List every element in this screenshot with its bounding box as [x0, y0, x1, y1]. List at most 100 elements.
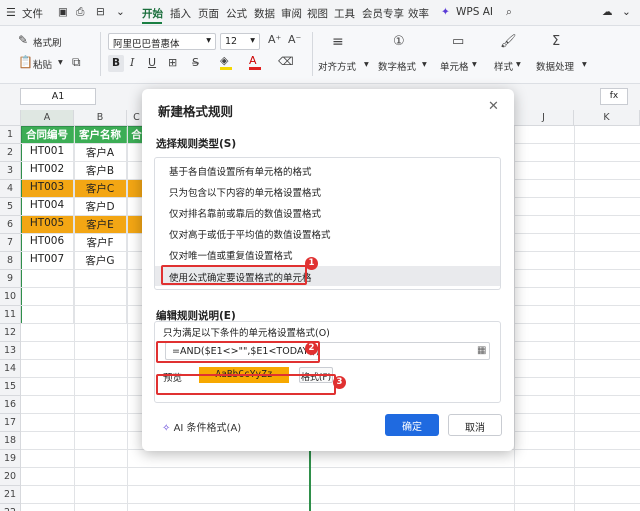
empty-cell[interactable] [21, 288, 74, 306]
data-cell[interactable]: HT001 [21, 144, 74, 162]
tab-insert[interactable]: 插入 [170, 6, 191, 21]
paste-dropdown-icon[interactable]: ▾ [58, 57, 63, 68]
tab-tools[interactable]: 工具 [334, 6, 355, 21]
data-cell[interactable]: 客户E [74, 216, 127, 234]
empty-cell[interactable] [74, 306, 127, 324]
chevron-down-icon[interactable]: ▾ [364, 59, 369, 70]
save-icon[interactable]: ▣ [58, 6, 68, 18]
italic-icon[interactable]: I [130, 56, 134, 69]
row-header[interactable]: 5 [0, 198, 21, 216]
row-header[interactable]: 3 [0, 162, 21, 180]
ai-conditional-format-button[interactable]: ✧ AI 条件格式(A) [162, 419, 241, 434]
paste-button[interactable]: 粘贴 [33, 57, 52, 71]
data-cell[interactable]: 客户D [74, 198, 127, 216]
format-painter-button[interactable]: 格式刷 [33, 35, 62, 49]
number-format-button[interactable]: 数字格式 [378, 59, 416, 73]
data-cell[interactable]: 客户F [74, 234, 127, 252]
row-header[interactable]: 2 [0, 144, 21, 162]
data-cell[interactable]: HT002 [21, 162, 74, 180]
strikethrough-icon[interactable]: S̶ [192, 56, 199, 69]
row-header[interactable]: 19 [0, 450, 21, 468]
data-cell[interactable]: 客户A [74, 144, 127, 162]
data-cell[interactable]: 客户B [74, 162, 127, 180]
bold-button[interactable]: B [108, 55, 124, 72]
close-icon[interactable]: ✕ [488, 99, 499, 114]
menu-icon[interactable]: ☰ [6, 6, 16, 19]
tab-view[interactable]: 视图 [307, 6, 328, 21]
chevron-down-icon[interactable]: ⌄ [622, 6, 631, 18]
font-grow-icon[interactable]: A⁺ [268, 33, 281, 46]
column-header-k[interactable]: K [574, 110, 640, 126]
export-icon[interactable]: ⎙ [76, 6, 84, 19]
row-header[interactable]: 13 [0, 342, 21, 360]
row-header[interactable]: 15 [0, 378, 21, 396]
header-cell[interactable]: 合同编号 [21, 126, 74, 144]
chevron-down-icon[interactable]: ▾ [582, 59, 587, 70]
row-header[interactable]: 22 [0, 504, 21, 511]
font-shrink-icon[interactable]: A⁻ [288, 33, 301, 46]
column-header-a[interactable]: A [21, 110, 74, 126]
rule-type-item[interactable]: 仅对排名靠前或靠后的数值设置格式 [155, 202, 500, 222]
column-header-j[interactable]: J [514, 110, 574, 126]
chevron-down-icon[interactable]: ▾ [516, 59, 521, 70]
cell-button[interactable]: 单元格 [440, 59, 469, 73]
rule-type-item[interactable]: 仅对高于或低于平均值的数值设置格式 [155, 223, 500, 243]
data-cell[interactable]: HT003 [21, 180, 74, 198]
row-header[interactable]: 9 [0, 270, 21, 288]
print-icon[interactable]: ⊟ [96, 6, 105, 18]
row-header[interactable]: 10 [0, 288, 21, 306]
row-header[interactable]: 12 [0, 324, 21, 342]
border-icon[interactable]: ⊞ [168, 56, 177, 69]
select-all-corner[interactable] [0, 110, 21, 126]
data-cell[interactable]: HT005 [21, 216, 74, 234]
font-color-icon[interactable]: A [249, 54, 261, 70]
data-cell[interactable]: 客户C [74, 180, 127, 198]
more-icon[interactable]: ⌄ [116, 6, 125, 18]
row-header[interactable]: 17 [0, 414, 21, 432]
empty-cell[interactable] [74, 288, 127, 306]
tab-efficiency[interactable]: 效率 [408, 6, 429, 21]
data-process-button[interactable]: 数据处理 [536, 59, 574, 73]
data-cell[interactable]: HT004 [21, 198, 74, 216]
tab-data[interactable]: 数据 [254, 6, 275, 21]
row-header[interactable]: 8 [0, 252, 21, 270]
tab-wps-ai[interactable]: WPS AI [456, 6, 493, 18]
wps-ai-icon[interactable]: ✦ [441, 6, 450, 18]
data-cell[interactable]: HT007 [21, 252, 74, 270]
data-cell[interactable]: HT006 [21, 234, 74, 252]
empty-cell[interactable] [21, 270, 74, 288]
align-button[interactable]: 对齐方式 [318, 59, 356, 73]
row-header[interactable]: 18 [0, 432, 21, 450]
tab-home[interactable]: 开始 [142, 6, 163, 21]
underline-icon[interactable]: U [148, 56, 156, 69]
data-cell[interactable]: 客户G [74, 252, 127, 270]
style-button[interactable]: 样式 [494, 59, 513, 73]
row-header[interactable]: 6 [0, 216, 21, 234]
font-name-select[interactable]: 阿里巴巴普惠体 ▾ [108, 33, 216, 50]
rule-type-item[interactable]: 只为包含以下内容的单元格设置格式 [155, 181, 500, 201]
chevron-down-icon[interactable]: ▾ [472, 59, 477, 70]
row-header[interactable]: 7 [0, 234, 21, 252]
tab-page[interactable]: 页面 [198, 6, 219, 21]
tab-review[interactable]: 审阅 [281, 6, 302, 21]
font-size-select[interactable]: 12 ▾ [220, 33, 260, 50]
rule-type-item[interactable]: 仅对唯一值或重复值设置格式 [155, 244, 500, 264]
search-icon[interactable]: ⌕ [506, 6, 512, 19]
ok-button[interactable]: 确定 [385, 414, 439, 436]
row-header[interactable]: 21 [0, 486, 21, 504]
fill-color-icon[interactable]: ◈ [220, 54, 232, 70]
row-header[interactable]: 4 [0, 180, 21, 198]
empty-cell[interactable] [74, 270, 127, 288]
rule-type-item[interactable]: 基于各自值设置所有单元格的格式 [155, 160, 500, 180]
tab-member[interactable]: 会员专享 [362, 6, 404, 21]
row-header[interactable]: 11 [0, 306, 21, 324]
fx-button[interactable]: fx [600, 88, 628, 105]
name-box[interactable]: A1 [20, 88, 96, 105]
cloud-icon[interactable]: ☁ [602, 6, 613, 18]
empty-cell[interactable] [21, 306, 74, 324]
header-cell[interactable]: 客户名称 [74, 126, 127, 144]
copy-icon[interactable]: ⧉ [72, 55, 81, 70]
chevron-down-icon[interactable]: ▾ [422, 59, 427, 70]
row-header[interactable]: 16 [0, 396, 21, 414]
tab-formula[interactable]: 公式 [226, 6, 247, 21]
